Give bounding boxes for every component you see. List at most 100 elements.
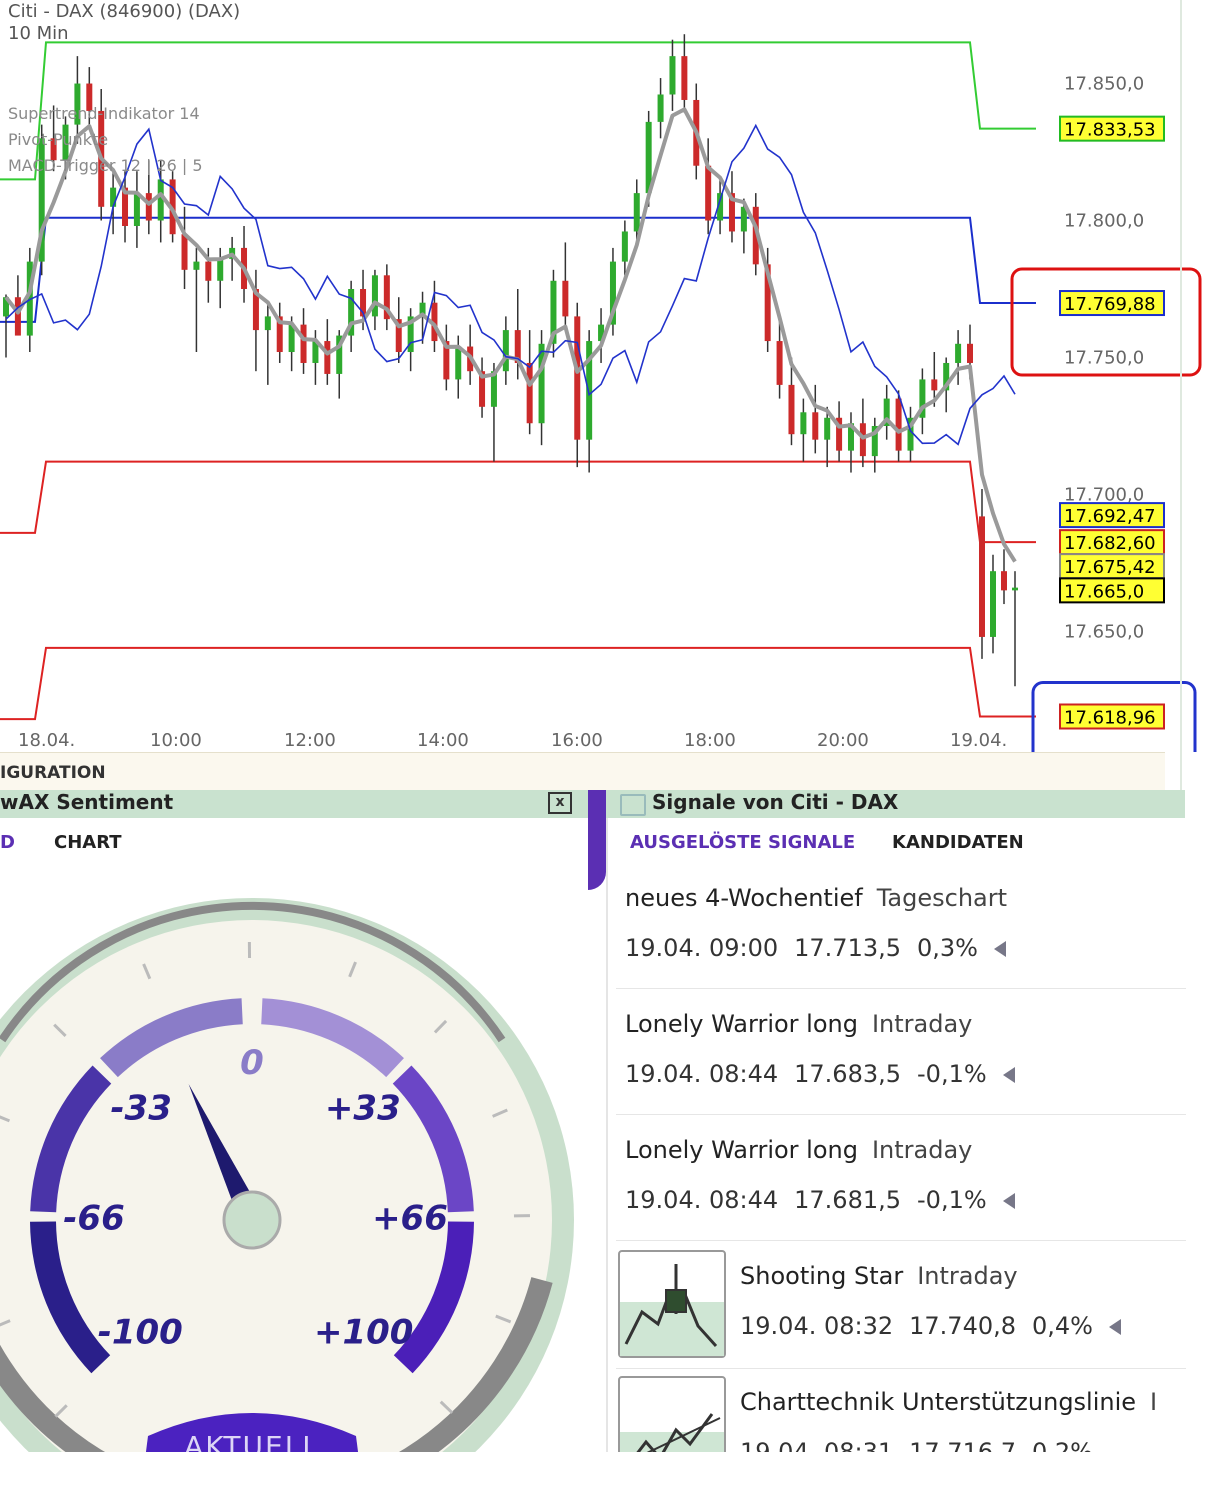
signal-item[interactable]: neues 4-WochentiefTageschart 19.04. 09:0… [625,884,1007,962]
x-tick-label: 10:00 [150,730,202,751]
signal-item[interactable]: Shooting StarIntraday 19.04. 08:3217.740… [740,1262,1121,1340]
candle-body [931,379,937,390]
tab-kandidaten[interactable]: KANDIDATEN [892,832,1024,853]
signal-change: 0,4% [1032,1312,1093,1340]
candle-body [634,193,640,231]
signal-price: 17.716,7 [909,1438,1016,1452]
candle-body [681,56,687,100]
candle-body [860,423,866,456]
tab-ausgeloeste-signale[interactable]: AUSGELÖSTE SIGNALE [630,832,855,853]
signals-panel: Signale von Citi - DAX AUSGELÖSTE SIGNAL… [588,790,1224,1452]
accent-bar [588,790,606,890]
candle-body [134,193,140,226]
y-tick-label: 17.850,0 [1064,74,1144,95]
candle-body [372,275,378,316]
x-tick-label: 16:00 [551,730,603,751]
candle-body [503,330,509,371]
signal-item[interactable]: Charttechnik UnterstützungslinieI 19.04.… [740,1388,1157,1452]
supertrend-line [6,109,1015,561]
signal-name: Lonely Warrior long [625,1010,858,1038]
y-tick-label: 17.650,0 [1064,621,1144,642]
candle-body [669,56,675,94]
candle-body [967,344,973,363]
gauge-tick-label: 0 [240,1043,264,1083]
signal-change: 0,3% [917,934,978,962]
legend-supertrend[interactable]: Supertrend-Indikator 14 [8,104,200,124]
candle-body [705,166,711,221]
candle-body [622,231,628,261]
candle-body [562,281,568,317]
price-tag-label: 17.618,96 [1064,707,1156,728]
price-tag-label: 17.692,47 [1064,506,1156,527]
chart-area[interactable]: 17.850,017.800,017.750,017.700,017.650,0… [0,0,1224,790]
candle-body [265,316,271,330]
candle-body [658,94,664,121]
vertical-divider [606,818,608,1452]
price-tag-label: 17.769,88 [1064,294,1156,315]
gauge-tick-label: +33 [325,1088,401,1128]
signal-item[interactable]: Lonely Warrior longIntraday 19.04. 08:44… [625,1010,1015,1088]
signal-change: -0,1% [917,1186,987,1214]
signal-time: 19.04. 08:32 [740,1312,893,1340]
speaker-icon[interactable] [994,941,1006,957]
candle-body [146,193,152,220]
shooting-star-thumbnail[interactable] [618,1250,726,1358]
chart-icon [620,794,646,816]
candle-body [574,316,580,439]
legend-pivot[interactable]: Pivot-Punkte [8,130,108,150]
gauge-tick-label: +100 [314,1313,413,1353]
signal-timeframe: Intraday [872,1136,972,1164]
signal-timeframe: Tageschart [877,884,1007,912]
separator [616,1114,1186,1115]
x-tick-label: 18.04. [18,730,75,751]
sentiment-gauge: -100-66-330+33+66+100AKTUELL-18,52 [0,850,588,1490]
sentiment-panel-title: wAX Sentiment [0,790,173,814]
configuration-bar[interactable]: IGURATION [0,752,1165,791]
chart-interval: 10 Min [8,24,69,44]
signal-price: 17.713,5 [794,934,901,962]
close-icon[interactable]: x [548,792,572,814]
candle-body [110,188,116,207]
signal-item[interactable]: Lonely Warrior longIntraday 19.04. 08:44… [625,1136,1015,1214]
gauge-hub [224,1192,280,1248]
signal-time: 19.04. 08:44 [625,1060,778,1088]
speaker-icon[interactable] [1003,1067,1015,1083]
support-line-icon [620,1378,724,1452]
y-tick-label: 17.800,0 [1064,211,1144,232]
signal-name: neues 4-Wochentief [625,884,863,912]
candle-body [301,325,307,363]
x-tick-label: 20:00 [817,730,869,751]
signals-panel-title: Signale von Citi - DAX [652,790,898,814]
separator [616,1240,1186,1241]
x-tick-label: 18:00 [684,730,736,751]
signal-time: 19.04. 08:31 [740,1438,893,1452]
signal-time: 19.04. 08:44 [625,1186,778,1214]
candle-body [1012,588,1018,591]
pivot-line [0,648,1036,719]
candle-body [1001,571,1007,590]
candle-body [205,262,211,281]
separator [616,988,1186,989]
speaker-icon[interactable] [1003,1193,1015,1209]
candle-body [824,418,830,440]
chart-title: Citi - DAX (846900) (DAX) [8,2,240,22]
candle-body [324,341,330,374]
bottom-strip [0,1452,1224,1490]
configuration-label[interactable]: IGURATION [0,763,106,783]
speaker-icon[interactable] [1109,1319,1121,1335]
candle-body [777,341,783,385]
candle-body [217,259,223,281]
gauge-tick-label: -33 [110,1088,171,1128]
candle-body [979,516,985,637]
y-tick-label: 17.750,0 [1064,347,1144,368]
gauge-tick-label: -66 [63,1199,124,1239]
signals-panel-header: Signale von Citi - DAX [588,790,1185,818]
candle-body [788,385,794,434]
candle-body [539,344,545,423]
signal-name: Shooting Star [740,1262,903,1290]
sentiment-panel: wAX Sentiment x D CHART -100-66-330+33+6… [0,790,588,1490]
price-tag-label: 17.665,0 [1064,581,1144,602]
legend-macd[interactable]: MACD-Trigger 12 | 26 | 5 [8,156,203,176]
sentiment-panel-header: wAX Sentiment x [0,790,588,818]
support-line-thumbnail[interactable] [618,1376,726,1452]
